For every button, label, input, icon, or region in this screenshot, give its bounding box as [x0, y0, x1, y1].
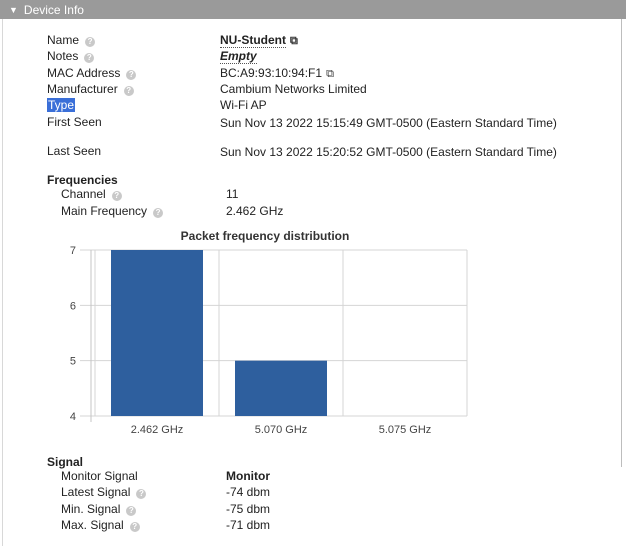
x-tick-label: 5.070 GHz — [255, 424, 308, 436]
main-frequency-value: 2.462 GHz — [226, 204, 284, 218]
frequency-row-channel: Channel? 11 — [0, 187, 626, 202]
latest-signal-label: Latest Signal — [61, 485, 131, 499]
y-tick-label: 4 — [70, 411, 76, 423]
device-info-header[interactable]: ▼ Device Info — [0, 0, 626, 19]
y-tick-label: 7 — [70, 245, 76, 257]
min-signal-value: -75 dbm — [226, 502, 271, 516]
help-icon[interactable]: ? — [126, 70, 137, 80]
y-tick-label: 5 — [70, 356, 76, 368]
detail-row-type: Type Wi-Fi AP — [0, 98, 626, 113]
channel-value: 11 — [226, 187, 239, 201]
help-icon[interactable]: ? — [84, 53, 95, 63]
detail-row-name: Name? NU-Student ⧉ — [0, 33, 626, 48]
last-seen-label: Last Seen — [47, 144, 102, 158]
detail-row-mac: MAC Address? BC:A9:93:10:94:F1 ⧉ — [0, 66, 626, 81]
first-seen-label: First Seen — [47, 115, 102, 129]
signal-row-max: Max. Signal? -71 dbm — [0, 518, 626, 533]
detail-row-first-seen: First Seen Sun Nov 13 2022 15:15:49 GMT-… — [0, 115, 626, 130]
x-tick-label: 2.462 GHz — [131, 424, 184, 436]
max-signal-label: Max. Signal — [61, 518, 124, 532]
detail-row-notes: Notes? Empty — [0, 49, 626, 64]
copy-icon[interactable]: ⧉ — [290, 35, 298, 48]
y-tick-label: 6 — [70, 300, 76, 312]
bar-1 — [111, 250, 203, 416]
notes-value[interactable]: Empty — [220, 49, 257, 64]
bar-2 — [235, 360, 327, 416]
signal-row-min: Min. Signal? -75 dbm — [0, 502, 626, 517]
signal-row-latest: Latest Signal? -74 dbm — [0, 485, 626, 500]
help-icon[interactable]: ? — [85, 37, 96, 47]
mac-label: MAC Address — [47, 66, 121, 80]
help-icon[interactable]: ? — [136, 489, 147, 499]
detail-row-manufacturer: Manufacturer? Cambium Networks Limited — [0, 82, 626, 97]
packet-frequency-chart: 4 5 6 7 2.462 GHz 5.070 GHz 5.075 GHz — [70, 245, 468, 436]
last-seen-value: Sun Nov 13 2022 15:20:52 GMT-0500 (Easte… — [220, 145, 557, 159]
min-signal-label: Min. Signal — [61, 502, 121, 516]
channel-label: Channel — [61, 187, 106, 201]
type-value: Wi-Fi AP — [220, 98, 267, 112]
help-icon[interactable]: ? — [126, 506, 137, 516]
frequencies-heading: Frequencies — [47, 173, 118, 187]
detail-row-last-seen: Last Seen Sun Nov 13 2022 15:20:52 GMT-0… — [0, 144, 626, 159]
monitor-signal-label: Monitor Signal — [61, 469, 138, 483]
mac-value: BC:A9:93:10:94:F1 — [220, 66, 323, 80]
max-signal-value: -71 dbm — [226, 518, 271, 532]
name-label: Name — [47, 33, 80, 47]
help-icon[interactable]: ? — [123, 86, 134, 96]
x-tick-label: 5.075 GHz — [379, 424, 432, 436]
help-icon[interactable]: ? — [129, 522, 140, 532]
signal-row-monitor: Monitor Signal Monitor — [0, 469, 626, 484]
notes-label: Notes — [47, 49, 79, 63]
manufacturer-value: Cambium Networks Limited — [220, 82, 367, 96]
first-seen-value: Sun Nov 13 2022 15:15:49 GMT-0500 (Easte… — [220, 116, 557, 130]
help-icon[interactable]: ? — [111, 191, 122, 201]
main-frequency-label: Main Frequency — [61, 204, 148, 218]
signal-heading: Signal — [47, 455, 84, 469]
caret-down-icon[interactable]: ▼ — [9, 5, 18, 15]
frequency-row-main: Main Frequency? 2.462 GHz — [0, 204, 626, 219]
type-label: Type — [47, 98, 76, 112]
monitor-signal-value: Monitor — [226, 469, 270, 483]
name-value[interactable]: NU-Student — [220, 33, 286, 48]
manufacturer-label: Manufacturer — [47, 82, 118, 96]
latest-signal-value: -74 dbm — [226, 485, 271, 499]
copy-icon[interactable]: ⧉ — [326, 68, 334, 81]
help-icon[interactable]: ? — [153, 208, 164, 218]
panel-title: Device Info — [23, 2, 84, 17]
